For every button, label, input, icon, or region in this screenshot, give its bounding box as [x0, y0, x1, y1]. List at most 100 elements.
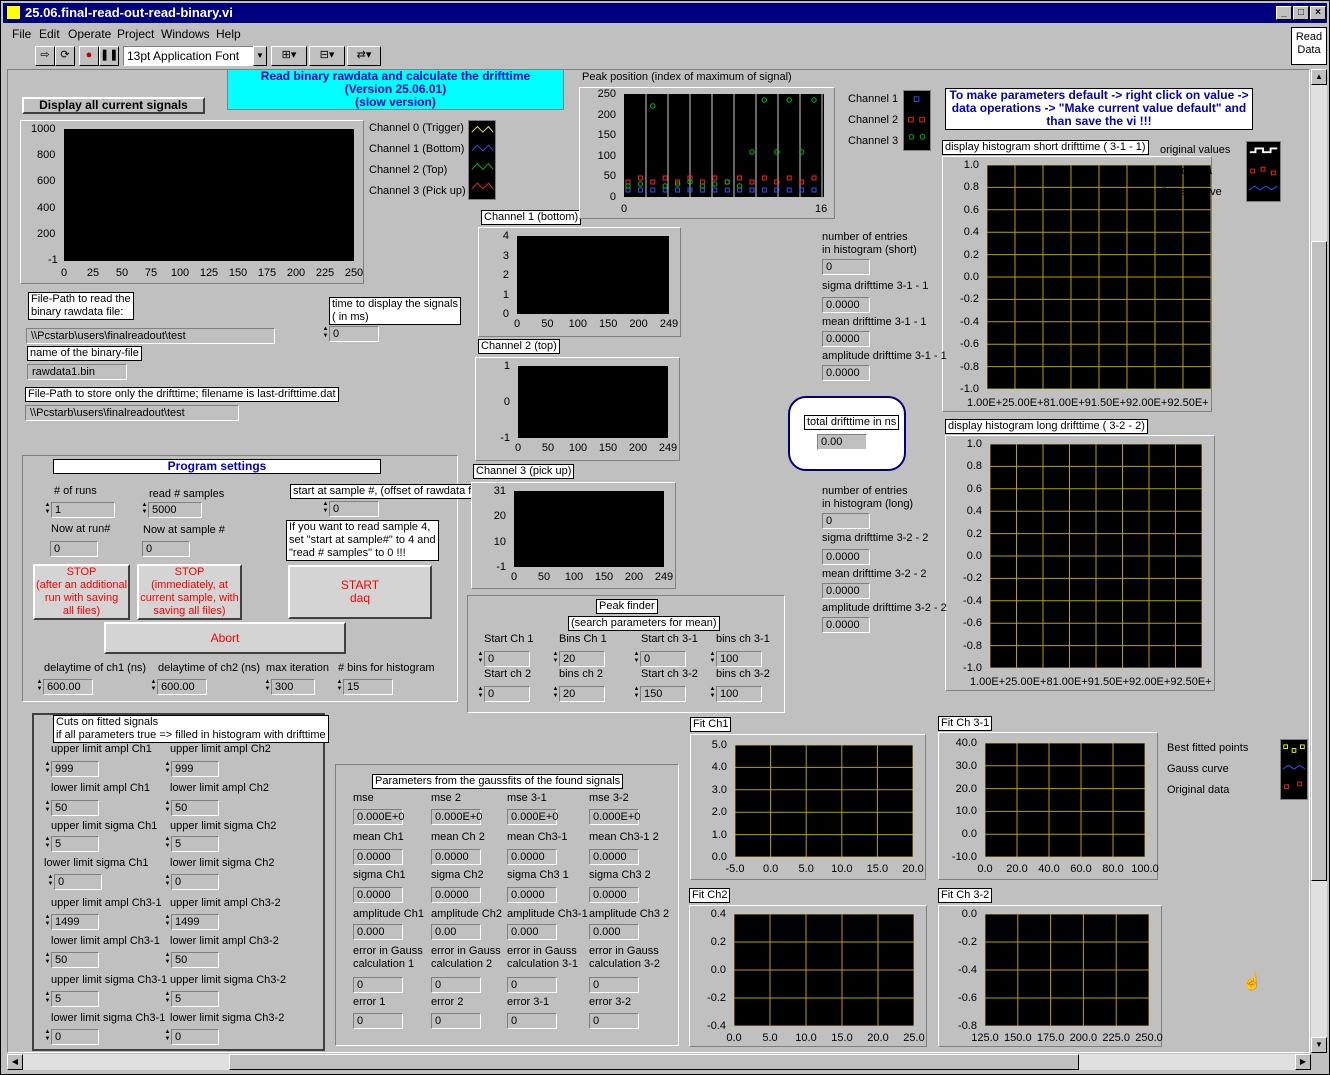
- peak-finder-input[interactable]: 0: [640, 651, 686, 667]
- cut-input[interactable]: 5: [51, 836, 99, 852]
- run-icon[interactable]: ⇨: [35, 46, 55, 66]
- fit-ch31-plot[interactable]: [985, 743, 1145, 857]
- runs-input[interactable]: 1: [51, 502, 115, 518]
- cut-input-stepper[interactable]: ▲ ▼: [164, 991, 171, 1007]
- ch1-plot[interactable]: [517, 236, 669, 314]
- cut-input[interactable]: 5: [171, 836, 219, 852]
- peak-finder-input-stepper[interactable]: ▲ ▼: [633, 686, 640, 702]
- delay-ch1-stepper[interactable]: ▲ ▼: [36, 679, 43, 695]
- peak-finder-input-stepper[interactable]: ▲ ▼: [552, 686, 559, 702]
- cut-input[interactable]: 0: [54, 874, 102, 890]
- peak-finder-input-stepper[interactable]: ▲ ▼: [709, 686, 716, 702]
- delay-ch1-input[interactable]: 600.00: [43, 679, 93, 695]
- cut-input[interactable]: 1499: [51, 914, 99, 930]
- cut-input-stepper[interactable]: ▲ ▼: [164, 914, 171, 930]
- stop-after-run-button[interactable]: STOP (after an additional run with savin…: [33, 564, 130, 620]
- peak-finder-input[interactable]: 100: [716, 686, 762, 702]
- horizontal-scroll-thumb[interactable]: [229, 1054, 1079, 1070]
- run-continuously-icon[interactable]: ⟳: [55, 46, 75, 66]
- maximize-icon[interactable]: □: [1293, 6, 1309, 20]
- menu-windows[interactable]: Windows: [161, 27, 210, 41]
- cut-input-stepper[interactable]: ▲ ▼: [44, 1029, 51, 1045]
- cut-input-stepper[interactable]: ▲ ▼: [44, 914, 51, 930]
- peak-finder-input[interactable]: 150: [640, 686, 686, 702]
- max-iteration-stepper[interactable]: ▲ ▼: [264, 679, 271, 695]
- stop-immediately-button[interactable]: STOP (immediately, at current sample, wi…: [137, 564, 242, 620]
- cut-input-stepper[interactable]: ▲ ▼: [44, 991, 51, 1007]
- cut-input-stepper[interactable]: ▲ ▼: [44, 800, 51, 816]
- menu-help[interactable]: Help: [216, 27, 241, 41]
- align-objects-icon[interactable]: ⊞▾: [271, 46, 307, 66]
- vertical-scrollbar[interactable]: ▲ ▼: [1311, 69, 1327, 1053]
- menu-file[interactable]: File: [12, 27, 31, 41]
- runs-stepper[interactable]: ▲ ▼: [44, 502, 51, 518]
- cut-input-stepper[interactable]: ▲ ▼: [47, 874, 54, 890]
- delay-ch2-input[interactable]: 600.00: [157, 679, 207, 695]
- cut-input-stepper[interactable]: ▲ ▼: [44, 761, 51, 777]
- vertical-scroll-thumb[interactable]: [1311, 241, 1327, 881]
- horizontal-scrollbar[interactable]: ◀ ▶: [7, 1054, 1311, 1070]
- peak-finder-input[interactable]: 100: [716, 651, 762, 667]
- cut-input-stepper[interactable]: ▲ ▼: [164, 1029, 171, 1045]
- bins-histogram-stepper[interactable]: ▲ ▼: [336, 679, 343, 695]
- scroll-right-icon[interactable]: ▶: [1295, 1054, 1311, 1070]
- fit-ch32-plot[interactable]: [985, 914, 1149, 1026]
- hist-long-plot[interactable]: [990, 444, 1202, 668]
- scroll-up-icon[interactable]: ▲: [1311, 69, 1327, 85]
- cut-input[interactable]: 0: [171, 874, 219, 890]
- time-display-input[interactable]: 0: [329, 326, 379, 342]
- reorder-icon[interactable]: ⇄▾: [347, 46, 381, 66]
- scroll-down-icon[interactable]: ▼: [1311, 1037, 1327, 1053]
- samples-stepper[interactable]: ▲ ▼: [141, 502, 148, 518]
- peak-finder-input-stepper[interactable]: ▲ ▼: [709, 651, 716, 667]
- cut-input-stepper[interactable]: ▲ ▼: [164, 952, 171, 968]
- distribute-objects-icon[interactable]: ⊟▾: [309, 46, 345, 66]
- cut-input[interactable]: 50: [51, 952, 99, 968]
- cut-input-stepper[interactable]: ▲ ▼: [164, 800, 171, 816]
- peak-finder-input[interactable]: 0: [484, 686, 530, 702]
- cut-input[interactable]: 5: [51, 991, 99, 1007]
- cut-input-stepper[interactable]: ▲ ▼: [164, 874, 171, 890]
- time-display-stepper[interactable]: ▲ ▼: [322, 326, 329, 342]
- peak-finder-input-stepper[interactable]: ▲ ▼: [633, 651, 640, 667]
- main-signal-plot[interactable]: [64, 129, 354, 261]
- ch2-plot[interactable]: [518, 366, 668, 438]
- peak-finder-input[interactable]: 0: [484, 651, 530, 667]
- close-icon[interactable]: ×: [1310, 6, 1326, 20]
- menu-edit[interactable]: Edit: [39, 27, 60, 41]
- start-sample-stepper[interactable]: ▲ ▼: [322, 501, 329, 517]
- peak-finder-input-stepper[interactable]: ▲ ▼: [552, 651, 559, 667]
- peak-finder-input[interactable]: 20: [559, 651, 605, 667]
- minimize-icon[interactable]: _: [1276, 6, 1292, 20]
- cut-input[interactable]: 1499: [171, 914, 219, 930]
- scroll-left-icon[interactable]: ◀: [7, 1054, 23, 1070]
- drift-path-input[interactable]: \\Pcstarb\users\finalreadout\test: [25, 405, 239, 421]
- cut-input[interactable]: 0: [51, 1029, 99, 1045]
- abort-execution-icon[interactable]: ●: [79, 46, 99, 66]
- peak-finder-input-stepper[interactable]: ▲ ▼: [477, 686, 484, 702]
- cut-input[interactable]: 999: [171, 761, 219, 777]
- peak-finder-input[interactable]: 20: [559, 686, 605, 702]
- peak-position-plot[interactable]: [624, 94, 824, 197]
- menu-project[interactable]: Project: [117, 27, 154, 41]
- abort-button[interactable]: Abort: [104, 622, 346, 654]
- cut-input[interactable]: 50: [171, 800, 219, 816]
- cut-input[interactable]: 999: [51, 761, 99, 777]
- start-sample-input[interactable]: 0: [329, 501, 379, 517]
- fit-ch1-plot[interactable]: [735, 745, 913, 857]
- font-dropdown-arrow-icon[interactable]: ▼: [253, 46, 267, 66]
- file-path-input[interactable]: \\Pcstarb\users\finalreadout\test: [26, 328, 275, 344]
- cut-input-stepper[interactable]: ▲ ▼: [44, 836, 51, 852]
- samples-input[interactable]: 5000: [148, 502, 202, 518]
- cut-input[interactable]: 5: [171, 991, 219, 1007]
- fit-ch2-plot[interactable]: [734, 914, 914, 1026]
- binary-name-input[interactable]: rawdata1.bin: [27, 364, 127, 380]
- ch3-plot[interactable]: [514, 491, 664, 567]
- bins-histogram-input[interactable]: 15: [343, 679, 393, 695]
- cut-input[interactable]: 50: [51, 800, 99, 816]
- delay-ch2-stepper[interactable]: ▲ ▼: [150, 679, 157, 695]
- cut-input[interactable]: 0: [171, 1029, 219, 1045]
- cut-input-stepper[interactable]: ▲ ▼: [44, 952, 51, 968]
- font-select[interactable]: 13pt Application Font: [123, 46, 267, 66]
- cut-input[interactable]: 50: [171, 952, 219, 968]
